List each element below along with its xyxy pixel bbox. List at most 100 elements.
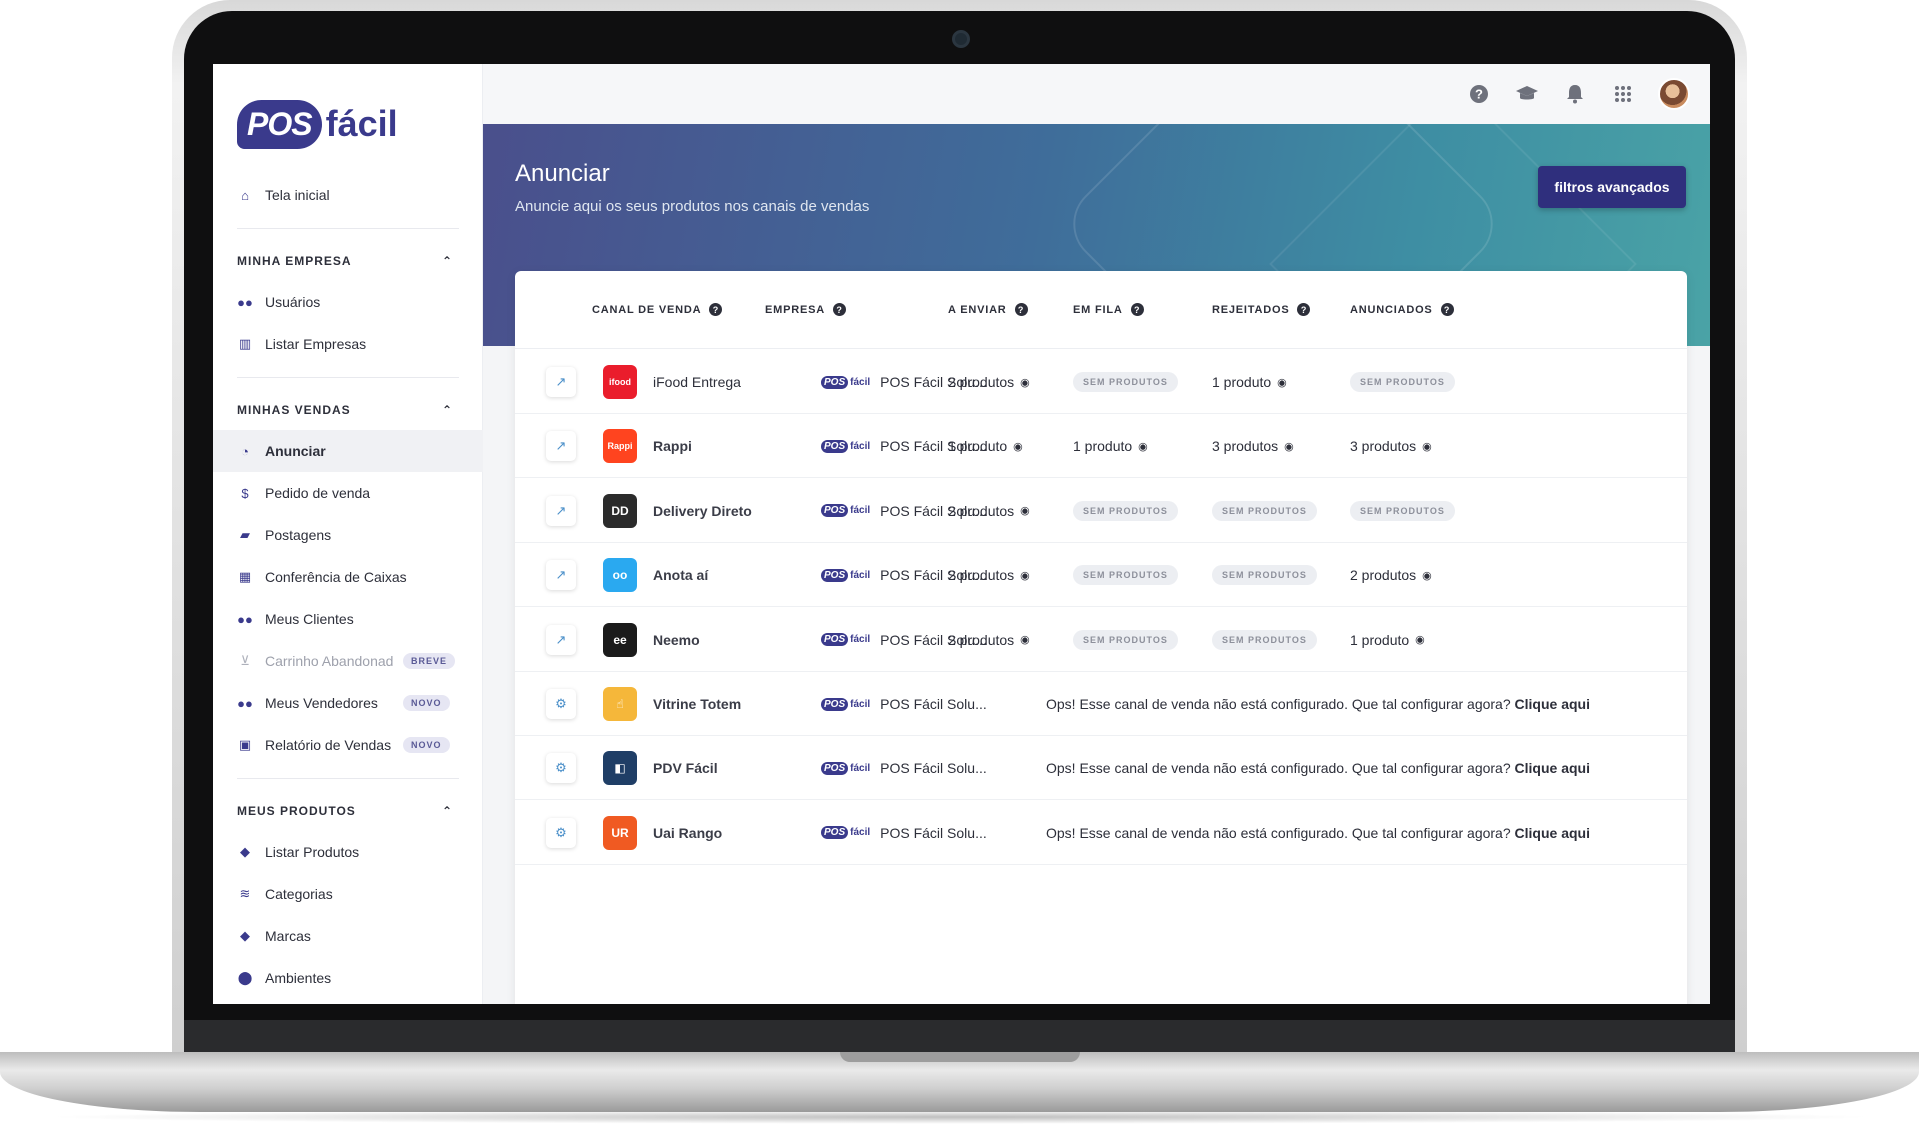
eye-icon[interactable]: ◉	[1422, 440, 1432, 453]
sidebar-item-ambientes[interactable]: ⬤ Ambientes	[213, 957, 483, 999]
sidebar-item-usuarios[interactable]: ●● Usuários	[213, 281, 483, 323]
table-row: ⚙ ☝ Vitrine Totem POS fácil POS Fácil Solu...…	[515, 672, 1687, 736]
empty-badge: SEM PRODUTOS	[1073, 565, 1178, 586]
eye-icon[interactable]: ◉	[1277, 376, 1287, 389]
column-label: EMPRESA	[765, 303, 825, 316]
sidebar-item-label: Postagens	[265, 527, 332, 543]
sidebar-item-listar-produtos[interactable]: ◆ Listar Produtos	[213, 831, 483, 873]
channel-logo: ee	[603, 622, 637, 657]
external-link-button[interactable]: ↗	[546, 495, 576, 526]
help-icon[interactable]: ?	[1440, 303, 1454, 316]
page-title: Anunciar	[515, 160, 610, 187]
eye-icon[interactable]: ◉	[1020, 376, 1030, 389]
column-label: CANAL DE VENDA	[592, 303, 702, 316]
column-label: A ENVIAR	[948, 303, 1007, 316]
external-link-button[interactable]: ↗	[546, 431, 576, 462]
advanced-filters-button[interactable]: filtros avançados	[1538, 166, 1686, 208]
apps-grid-icon[interactable]	[1610, 81, 1636, 107]
section-title: MINHA EMPRESA	[237, 254, 352, 268]
sidebar-item-conferencia-de-caixas[interactable]: ▦ Conferência de Caixas	[213, 556, 483, 598]
eye-icon[interactable]: ◉	[1415, 633, 1425, 646]
sidebar-item-home[interactable]: ⌂ Tela inicial	[213, 174, 483, 216]
sidebar-item-relatorio-de-vendas[interactable]: ▣ Relatório de Vendas NOVO	[213, 724, 483, 766]
count-label: 1 produto	[1350, 631, 1410, 648]
sidebar-item-label: Meus Vendedores	[265, 695, 378, 711]
channels-table: CANAL DE VENDA? EMPRESA? A ENVIAR? EM FI…	[515, 271, 1687, 1004]
help-icon[interactable]: ?	[1466, 81, 1492, 107]
sidebar-item-pedido-de-venda[interactable]: $ Pedido de venda	[213, 472, 483, 514]
count-label: 3 produtos	[1212, 438, 1279, 455]
count-cell: 2 produtos ◉	[948, 567, 1030, 583]
table-row: ↗ ifood iFood Entrega POS fácil POS Fácil Sol…	[515, 350, 1687, 414]
app-logo[interactable]: POS fácil	[237, 94, 398, 154]
sidebar-item-label: Meus Clientes	[265, 611, 354, 627]
eye-icon[interactable]: ◉	[1422, 569, 1432, 582]
configure-button[interactable]: ⚙	[546, 689, 576, 719]
company-name: POS Fácil Solu...	[880, 824, 987, 841]
configure-button[interactable]: ⚙	[546, 753, 576, 784]
help-icon[interactable]: ?	[709, 303, 723, 316]
chevron-up-icon: ⌃	[441, 804, 453, 818]
sidebar-item-postagens[interactable]: ▰ Postagens	[213, 514, 483, 556]
sidebar-item-label: Carrinho Abandonado	[265, 653, 393, 669]
eye-icon[interactable]: ◉	[1020, 569, 1030, 582]
building-icon: ▥	[238, 336, 252, 351]
channel-name: Uai Rango	[653, 824, 723, 841]
configure-link[interactable]: Clique aqui	[1515, 696, 1590, 712]
channel-logo: ☝	[603, 687, 637, 721]
cash-register-icon: ▦	[238, 569, 252, 584]
configure-button[interactable]: ⚙	[546, 817, 576, 848]
sidebar-item-label: Ambientes	[265, 970, 332, 986]
home-icon: ⌂	[241, 187, 249, 203]
sidebar-item-anunciar[interactable]: ◔ Anunciar	[213, 430, 483, 472]
empty-badge: SEM PRODUTOS	[1212, 629, 1317, 650]
eye-icon[interactable]: ◉	[1020, 504, 1030, 517]
external-link-button[interactable]: ↗	[546, 367, 576, 397]
configure-link[interactable]: Clique aqui	[1515, 825, 1590, 841]
topbar: ?	[483, 64, 1710, 124]
graduation-cap-icon[interactable]	[1514, 81, 1540, 107]
company-logo: POS fácil	[821, 826, 870, 840]
calendar-icon: ▣	[238, 737, 252, 752]
empty-badge: SEM PRODUTOS	[1073, 500, 1178, 521]
sidebar-item-label: Usuários	[265, 294, 321, 310]
channel-name: Delivery Direto	[653, 502, 752, 519]
eye-icon[interactable]: ◉	[1013, 440, 1023, 453]
eye-icon[interactable]: ◉	[1020, 633, 1030, 646]
section-meus-produtos[interactable]: MEUS PRODUTOS ⌃	[213, 791, 483, 831]
sidebar-item-carrinho-abandonado[interactable]: ⊻ Carrinho Abandonado BREVE	[213, 640, 483, 682]
column-a-enviar: A ENVIAR?	[948, 303, 1028, 316]
empty-badge: SEM PRODUTOS	[1350, 500, 1455, 521]
badge-breve: BREVE	[403, 653, 456, 669]
avatar[interactable]	[1658, 78, 1690, 110]
help-icon[interactable]: ?	[1014, 303, 1028, 316]
sidebar-item-categorias[interactable]: ≋ Categorias	[213, 873, 483, 915]
configure-link[interactable]: Clique aqui	[1515, 760, 1590, 776]
help-icon[interactable]: ?	[1130, 303, 1144, 316]
sidebar-item-marcas[interactable]: ◆ Marcas	[213, 915, 483, 957]
company-cell: POS fácil POS Fácil Solu...	[821, 696, 987, 712]
help-icon[interactable]: ?	[1297, 303, 1311, 316]
message-text: Ops! Esse canal de venda não está config…	[1046, 760, 1515, 777]
section-minha-empresa[interactable]: MINHA EMPRESA ⌃	[213, 241, 483, 281]
megaphone-icon: ◔	[241, 443, 249, 459]
external-link-button[interactable]: ↗	[546, 624, 576, 655]
message-text: Ops! Esse canal de venda não está config…	[1046, 824, 1515, 841]
chevron-up-icon: ⌃	[441, 254, 453, 268]
external-link-button[interactable]: ↗	[546, 560, 576, 591]
logo-pos: POS	[821, 633, 849, 647]
sidebar-item-listar-empresas[interactable]: ▥ Listar Empresas	[213, 323, 483, 365]
sidebar-item-meus-clientes[interactable]: ●● Meus Clientes	[213, 598, 483, 640]
sidebar-item-meus-vendedores[interactable]: ●● Meus Vendedores NOVO	[213, 682, 483, 724]
section-minhas-vendas[interactable]: MINHAS VENDAS ⌃	[213, 390, 483, 430]
eye-icon[interactable]: ◉	[1138, 440, 1148, 453]
tag-icon: ◆	[240, 928, 250, 943]
logo-pos: POS	[821, 697, 849, 711]
table-row: ↗ oo Anota aí POS fácil POS Fácil Solu... 2 pr…	[515, 543, 1687, 608]
help-icon[interactable]: ?	[833, 303, 846, 316]
dollar-icon: $	[241, 485, 249, 501]
eye-icon[interactable]: ◉	[1284, 440, 1294, 453]
count-label: 2 produtos	[948, 502, 1015, 519]
not-configured-message: Ops! Esse canal de venda não está config…	[1046, 825, 1590, 841]
bell-icon[interactable]	[1562, 81, 1588, 107]
